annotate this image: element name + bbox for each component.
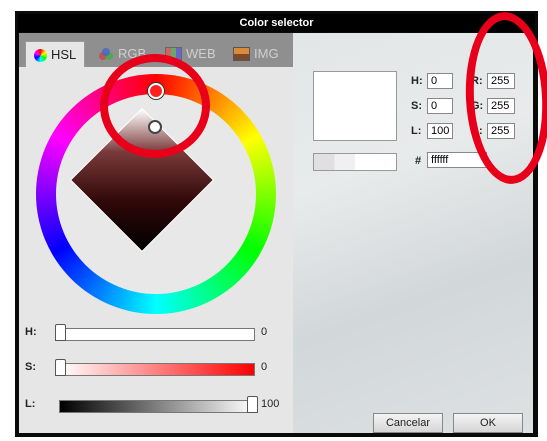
l-field-label: L: <box>411 125 422 137</box>
image-icon <box>233 47 250 61</box>
hex-field[interactable] <box>427 152 487 168</box>
l-slider-row: L: 100 <box>25 395 285 415</box>
r-field-label: R: <box>471 75 483 87</box>
tab-rgb[interactable]: RGB <box>99 41 146 67</box>
tab-img[interactable]: IMG <box>233 41 279 67</box>
h-field[interactable] <box>427 73 453 89</box>
r-field[interactable] <box>487 73 515 89</box>
tab-web-label: WEB <box>186 46 216 61</box>
ok-button[interactable]: OK <box>453 413 523 433</box>
hsl-panel: H: 0 S: 0 L: 100 <box>19 67 293 433</box>
hue-ring[interactable] <box>36 74 276 314</box>
tab-rgb-label: RGB <box>118 46 147 61</box>
window-content: HSL RGB WEB IMG H: 0 S: 0 L: 100 H: 0 S:… <box>19 33 533 433</box>
rgb-icon <box>99 47 114 61</box>
s-field[interactable] <box>427 98 453 114</box>
l-slider-value: 100 <box>261 398 280 410</box>
h-slider-row: H: 0 <box>25 323 285 343</box>
tab-img-label: IMG <box>254 46 279 61</box>
grid-icon <box>165 47 182 61</box>
h-slider-label: H: <box>25 326 37 338</box>
previous-color-swatch <box>313 153 397 171</box>
s-slider-thumb[interactable] <box>55 359 66 376</box>
g-field-label: G: <box>471 100 484 112</box>
sl-marker[interactable] <box>148 120 162 134</box>
s-slider-track[interactable] <box>59 363 255 376</box>
b-field-label: B: <box>471 125 483 137</box>
l-slider-track[interactable] <box>59 400 255 413</box>
color-selector-window: Color selector HSL RGB WEB IMG H: 0 S: 0… <box>15 11 538 437</box>
l-slider-label: L: <box>25 398 36 410</box>
color-wheel-icon <box>34 48 47 62</box>
s-field-label: S: <box>411 100 422 112</box>
s-slider-label: S: <box>25 361 36 373</box>
s-slider-value: 0 <box>261 361 268 373</box>
l-slider-thumb[interactable] <box>247 396 258 413</box>
g-field[interactable] <box>487 98 515 114</box>
b-field[interactable] <box>487 123 515 139</box>
window-title: Color selector <box>18 14 535 32</box>
color-preview-swatch <box>313 71 397 141</box>
h-slider-track[interactable] <box>59 328 255 341</box>
cancel-button[interactable]: Cancelar <box>373 413 443 433</box>
hue-marker[interactable] <box>148 83 164 99</box>
tab-hsl-label: HSL <box>51 47 77 62</box>
tab-hsl[interactable]: HSL <box>25 41 86 68</box>
hex-field-label: # <box>415 155 422 167</box>
l-field[interactable] <box>427 123 453 139</box>
tab-web[interactable]: WEB <box>165 41 216 67</box>
h-field-label: H: <box>411 75 423 87</box>
tab-bar: HSL RGB WEB IMG <box>19 33 293 68</box>
h-slider-thumb[interactable] <box>55 324 66 341</box>
s-slider-row: S: 0 <box>25 358 285 378</box>
h-slider-value: 0 <box>261 326 268 338</box>
